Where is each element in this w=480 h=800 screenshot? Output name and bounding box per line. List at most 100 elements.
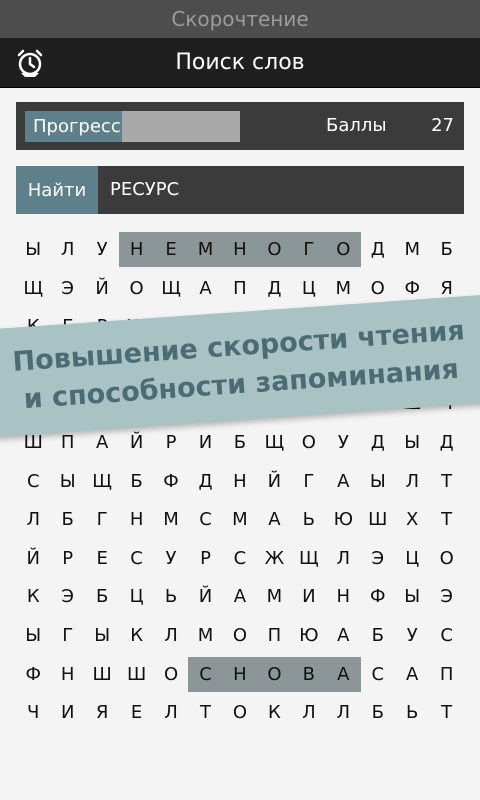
grid-cell[interactable]: С bbox=[223, 541, 257, 576]
grid-cell[interactable]: Й bbox=[119, 425, 153, 460]
grid-cell[interactable]: Ы bbox=[50, 464, 84, 499]
grid-cell[interactable]: Г bbox=[85, 502, 119, 537]
grid-cell[interactable]: Ф bbox=[16, 657, 50, 692]
grid-cell[interactable]: И bbox=[292, 579, 326, 614]
grid-cell[interactable]: В bbox=[291, 656, 327, 692]
grid-cell[interactable]: А bbox=[223, 579, 257, 614]
grid-cell[interactable]: Ы bbox=[395, 579, 429, 614]
grid-cell[interactable]: Ы bbox=[16, 618, 50, 653]
grid-cell[interactable]: Л bbox=[395, 464, 429, 499]
grid-cell[interactable]: Ы bbox=[361, 464, 395, 499]
grid-cell[interactable]: Н bbox=[326, 579, 360, 614]
grid-cell[interactable]: Г bbox=[291, 232, 327, 267]
grid-cell[interactable]: Щ bbox=[85, 464, 119, 499]
grid-cell[interactable]: Л bbox=[16, 502, 50, 537]
grid-cell[interactable]: Щ bbox=[257, 425, 291, 460]
grid-cell[interactable]: А bbox=[326, 464, 360, 499]
grid-cell[interactable]: Ы bbox=[16, 232, 50, 267]
grid-cell[interactable]: Д bbox=[188, 464, 222, 499]
grid-cell[interactable]: К bbox=[119, 618, 153, 653]
grid-cell[interactable]: А bbox=[257, 502, 291, 537]
grid-cell[interactable]: Ю bbox=[326, 502, 360, 537]
grid-cell[interactable]: Г bbox=[292, 464, 326, 499]
grid-cell[interactable]: Н bbox=[222, 656, 258, 692]
grid-cell[interactable]: А bbox=[326, 656, 361, 692]
grid-cell[interactable]: Й bbox=[188, 579, 222, 614]
grid-cell[interactable]: О bbox=[223, 618, 257, 653]
grid-cell[interactable]: Д bbox=[429, 425, 463, 460]
grid-cell[interactable]: О bbox=[429, 541, 463, 576]
grid-cell[interactable]: Б bbox=[50, 502, 84, 537]
grid-cell[interactable]: Т bbox=[429, 502, 463, 537]
grid-cell[interactable]: У bbox=[154, 541, 188, 576]
grid-cell[interactable]: П bbox=[223, 271, 257, 306]
grid-cell[interactable]: Е bbox=[153, 232, 189, 267]
grid-cell[interactable]: Б bbox=[361, 695, 395, 730]
grid-cell[interactable]: М bbox=[395, 232, 429, 267]
grid-cell[interactable]: Ш bbox=[119, 657, 153, 692]
grid-cell[interactable]: Д bbox=[361, 425, 395, 460]
grid-cell[interactable]: У bbox=[85, 232, 119, 267]
grid-cell[interactable]: Б bbox=[361, 618, 395, 653]
grid-cell[interactable]: Э bbox=[50, 271, 84, 306]
grid-cell[interactable]: Ь bbox=[154, 579, 188, 614]
grid-cell[interactable]: Н bbox=[119, 232, 154, 267]
grid-cell[interactable]: П bbox=[429, 657, 463, 692]
grid-cell[interactable]: К bbox=[16, 579, 50, 614]
grid-cell[interactable]: Ь bbox=[395, 695, 429, 730]
grid-cell[interactable]: М bbox=[154, 502, 188, 537]
grid-cell[interactable]: Щ bbox=[292, 541, 326, 576]
grid-cell[interactable]: Р bbox=[154, 425, 188, 460]
grid-cell[interactable]: Т bbox=[429, 464, 463, 499]
grid-cell[interactable]: О bbox=[257, 232, 292, 267]
grid-cell[interactable]: Н bbox=[50, 657, 84, 692]
grid-cell[interactable]: Н bbox=[223, 464, 257, 499]
grid-cell[interactable]: К bbox=[257, 695, 291, 730]
grid-cell[interactable]: Щ bbox=[154, 271, 188, 306]
grid-cell[interactable]: Ч bbox=[16, 695, 50, 730]
grid-cell[interactable]: Н bbox=[119, 502, 153, 537]
grid-cell[interactable]: Ф bbox=[361, 579, 395, 614]
grid-cell[interactable]: О bbox=[119, 271, 153, 306]
grid-cell[interactable]: О bbox=[257, 656, 292, 692]
grid-cell[interactable]: С bbox=[16, 464, 50, 499]
grid-cell[interactable]: О bbox=[326, 232, 361, 267]
grid-cell[interactable]: Т bbox=[188, 695, 222, 730]
grid-cell[interactable]: Б bbox=[85, 579, 119, 614]
grid-cell[interactable]: П bbox=[257, 618, 291, 653]
grid-cell[interactable]: Л bbox=[154, 618, 188, 653]
grid-cell[interactable]: М bbox=[188, 232, 223, 267]
grid-cell[interactable]: Г bbox=[50, 618, 84, 653]
grid-cell[interactable]: Ь bbox=[292, 502, 326, 537]
grid-cell[interactable]: Й bbox=[16, 541, 50, 576]
grid-cell[interactable]: Ц bbox=[395, 541, 429, 576]
grid-cell[interactable]: Ы bbox=[85, 618, 119, 653]
grid-cell[interactable]: Е bbox=[119, 695, 153, 730]
grid-cell[interactable]: Ф bbox=[154, 464, 188, 499]
grid-cell[interactable]: Х bbox=[395, 502, 429, 537]
grid-cell[interactable]: Й bbox=[257, 464, 291, 499]
home-button[interactable] bbox=[10, 44, 50, 82]
grid-cell[interactable]: И bbox=[188, 425, 222, 460]
grid-cell[interactable]: А bbox=[326, 618, 360, 653]
grid-cell[interactable]: С bbox=[361, 657, 395, 692]
grid-cell[interactable]: М bbox=[188, 618, 222, 653]
grid-cell[interactable]: И bbox=[50, 695, 84, 730]
grid-cell[interactable]: Я bbox=[85, 695, 119, 730]
grid-cell[interactable]: Э bbox=[361, 541, 395, 576]
grid-cell[interactable]: С bbox=[188, 656, 223, 692]
grid-cell[interactable]: Л bbox=[326, 695, 360, 730]
grid-cell[interactable]: О bbox=[223, 695, 257, 730]
grid-cell[interactable]: С bbox=[188, 502, 222, 537]
grid-cell[interactable]: С bbox=[429, 618, 463, 653]
grid-cell[interactable]: Б bbox=[223, 425, 257, 460]
grid-cell[interactable]: Ш bbox=[85, 657, 119, 692]
grid-cell[interactable]: Д bbox=[361, 232, 395, 267]
grid-cell[interactable]: Д bbox=[257, 271, 291, 306]
grid-cell[interactable]: А bbox=[395, 657, 429, 692]
grid-cell[interactable]: М bbox=[257, 579, 291, 614]
grid-cell[interactable]: Н bbox=[222, 232, 258, 267]
grid-cell[interactable]: Е bbox=[85, 541, 119, 576]
find-button[interactable]: Найти bbox=[16, 166, 98, 214]
grid-cell[interactable]: Э bbox=[50, 579, 84, 614]
